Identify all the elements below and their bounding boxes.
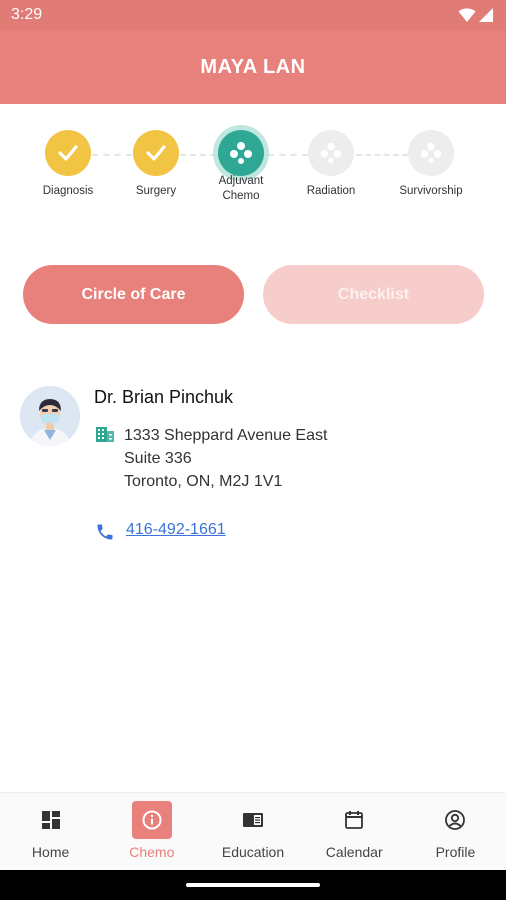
- nav-icon-wrap: [31, 801, 71, 839]
- check-icon: [58, 145, 78, 161]
- step-circle: [218, 130, 264, 176]
- step-circle: [408, 130, 454, 176]
- status-time: 3:29: [11, 6, 43, 23]
- app-bar: MAYA LAN: [0, 30, 506, 104]
- step-surgery[interactable]: Surgery: [111, 130, 201, 199]
- address-line1: 1333 Sheppard Avenue East: [124, 427, 328, 444]
- step-adjuvant-chemo[interactable]: Adjuvant Chemo: [196, 130, 286, 204]
- status-bar: 3:29: [0, 0, 506, 30]
- phone-link[interactable]: 416-492-1661: [126, 521, 226, 539]
- system-nav-bar: [0, 870, 506, 900]
- address-line2: Suite 336: [124, 450, 192, 467]
- nav-label: Calendar: [325, 844, 383, 860]
- book-icon: [243, 813, 263, 827]
- doctor-name: Dr. Brian Pinchuk: [94, 387, 234, 407]
- page-title: MAYA LAN: [200, 55, 306, 78]
- home-gesture-bar[interactable]: [186, 883, 320, 887]
- address-line3: Toronto, ON, M2J 1V1: [124, 473, 283, 490]
- signal-icon: [479, 8, 493, 22]
- bottom-nav: Home Chemo Education Calendar Profile: [0, 792, 506, 870]
- step-radiation[interactable]: Radiation: [286, 130, 376, 199]
- profile-icon: [445, 810, 466, 830]
- check-icon: [146, 145, 166, 161]
- step-label: Radiation: [306, 185, 356, 197]
- info-icon: [142, 810, 162, 830]
- nav-label: Chemo: [129, 844, 175, 860]
- step-diagnosis[interactable]: Diagnosis: [23, 130, 113, 199]
- doctor-address: 1333 Sheppard Avenue East Suite 336 Toro…: [124, 424, 327, 493]
- circle-of-care-button[interactable]: Circle of Care: [23, 265, 244, 324]
- step-survivorship[interactable]: Survivorship: [386, 130, 476, 199]
- building-icon: [96, 427, 114, 442]
- nav-label: Profile: [435, 844, 476, 860]
- step-circle: [308, 130, 354, 176]
- status-icons: [458, 7, 494, 23]
- nav-home[interactable]: Home: [0, 793, 101, 870]
- calendar-icon: [345, 811, 364, 829]
- nav-profile[interactable]: Profile: [405, 793, 506, 870]
- doctor-avatar: [20, 386, 80, 446]
- step-label: Adjuvant Chemo: [218, 175, 264, 202]
- nav-education[interactable]: Education: [202, 793, 303, 870]
- nav-icon-wrap: [334, 801, 374, 839]
- nav-calendar[interactable]: Calendar: [304, 793, 405, 870]
- molecule-icon: [420, 142, 442, 164]
- nav-icon-wrap: [435, 801, 475, 839]
- molecule-icon: [230, 142, 252, 164]
- molecule-icon: [320, 142, 342, 164]
- checklist-button[interactable]: Checklist: [263, 265, 484, 324]
- step-label: Surgery: [135, 185, 177, 197]
- nav-icon-wrap: [233, 801, 273, 839]
- step-label: Diagnosis: [42, 185, 94, 197]
- wifi-icon: [458, 8, 476, 22]
- step-circle: [45, 130, 91, 176]
- dashboard-icon: [41, 811, 60, 829]
- nav-chemo[interactable]: Chemo: [101, 793, 202, 870]
- nav-label: Education: [221, 844, 285, 860]
- doctor-illustration: [20, 386, 80, 446]
- step-circle: [133, 130, 179, 176]
- nav-label: Home: [31, 844, 70, 860]
- phone-icon: [97, 524, 113, 540]
- nav-icon-wrap: [131, 801, 172, 839]
- step-label: Survivorship: [399, 185, 463, 197]
